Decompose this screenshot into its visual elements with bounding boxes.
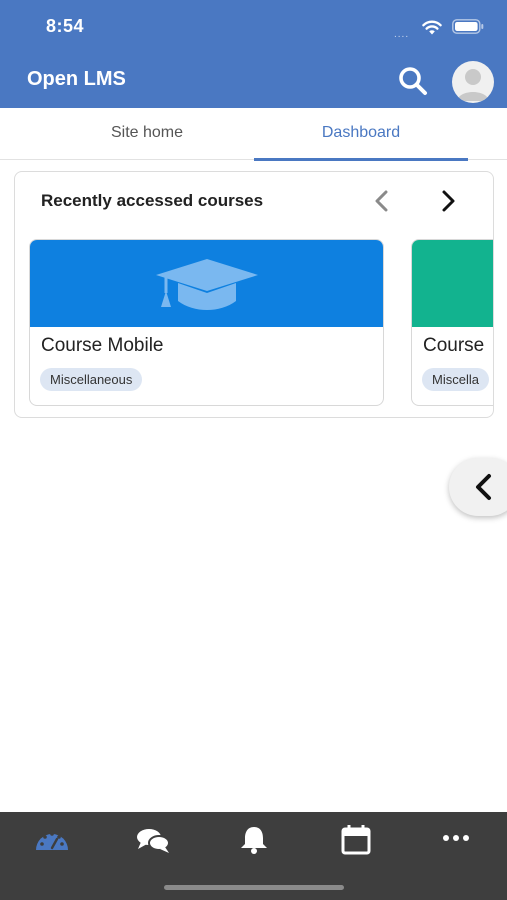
block-drawer-toggle[interactable]: [449, 458, 507, 516]
bottom-nav: [0, 812, 507, 900]
dashboard-gauge-icon[interactable]: [32, 824, 72, 856]
chevron-left-icon[interactable]: [367, 186, 397, 216]
user-avatar[interactable]: [452, 61, 494, 103]
messages-icon[interactable]: [133, 824, 173, 856]
more-icon[interactable]: [436, 824, 476, 856]
home-indicator[interactable]: [164, 885, 344, 890]
recent-courses-block: Recently accessed courses Course Mobile …: [14, 171, 494, 418]
search-icon[interactable]: [396, 64, 430, 98]
course-card[interactable]: Course Miscella: [411, 239, 493, 406]
calendar-icon[interactable]: [336, 824, 376, 856]
main-tabs: Site home Dashboard: [0, 108, 507, 161]
app-header: 8:54 .... Open LMS: [0, 0, 507, 108]
course-banner: [412, 240, 493, 327]
course-name: Course Mobile: [41, 335, 164, 356]
course-category-badge: Miscellaneous: [40, 368, 143, 391]
wifi-icon: [422, 20, 442, 35]
battery-icon: [452, 19, 484, 34]
title-bar: Open LMS: [0, 56, 507, 106]
tab-site-home[interactable]: Site home: [40, 108, 254, 160]
course-name: Course: [423, 335, 485, 356]
tab-dashboard[interactable]: Dashboard: [254, 108, 468, 161]
signal-indicator: ....: [394, 29, 410, 40]
graduation-cap-icon: [156, 259, 258, 310]
course-banner: [30, 240, 383, 327]
chevron-left-icon: [476, 474, 491, 500]
app-title: Open LMS: [27, 68, 126, 90]
status-bar: 8:54 ....: [0, 0, 507, 50]
status-time: 8:54: [46, 16, 85, 36]
avatar-person-icon: [457, 69, 489, 101]
bell-icon[interactable]: [234, 824, 274, 856]
chevron-right-icon[interactable]: [433, 186, 463, 216]
course-card[interactable]: Course Mobile Miscellaneous: [29, 239, 384, 406]
block-title: Recently accessed courses: [41, 191, 264, 210]
course-category-badge: Miscella: [422, 368, 489, 391]
